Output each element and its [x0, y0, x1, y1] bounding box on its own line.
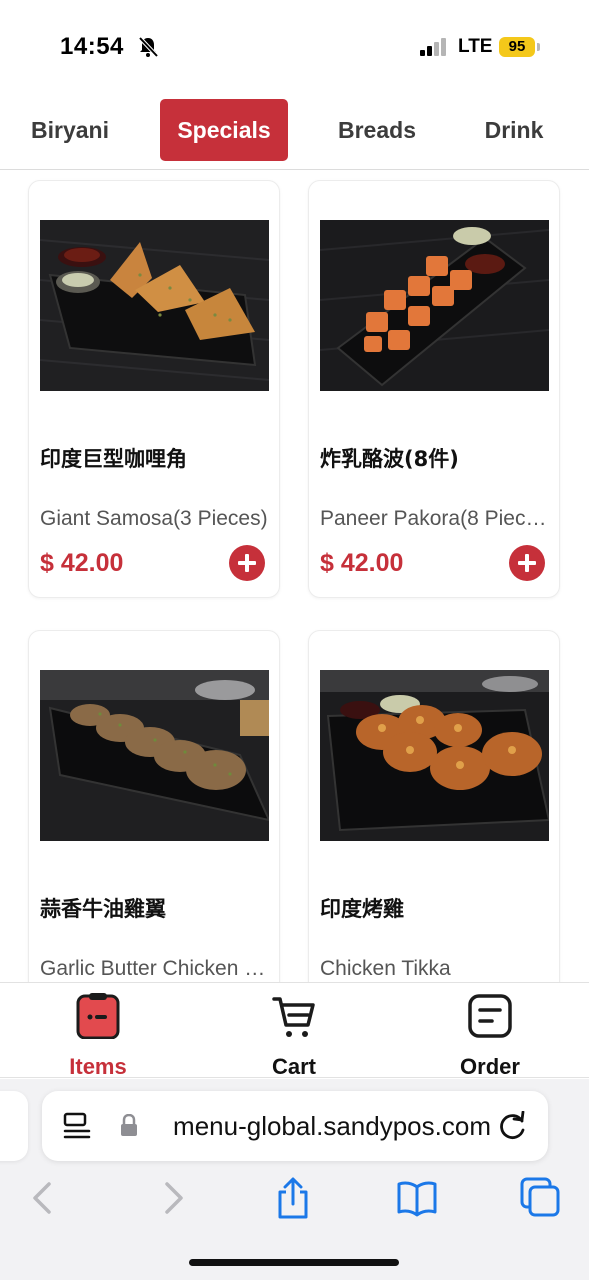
category-tabs: Biryani Specials Breads Drink — [0, 96, 589, 170]
item-name-en: Garlic Butter Chicken Wings — [40, 957, 272, 980]
nav-order[interactable]: Order — [430, 993, 550, 1079]
tab-drink[interactable]: Drink — [474, 99, 554, 161]
item-name-en: Paneer Pakora(8 Pieces) — [320, 507, 552, 530]
status-time: 14:54 — [60, 33, 124, 60]
item-photo-paneer-pakora — [320, 220, 549, 391]
tabs-icon[interactable] — [520, 1177, 562, 1219]
nav-items[interactable]: Items — [38, 993, 158, 1079]
bookmarks-icon[interactable] — [396, 1177, 438, 1219]
items-icon — [76, 993, 120, 1039]
item-name-en: Chicken Tikka — [320, 957, 451, 980]
order-icon — [468, 994, 512, 1038]
bottom-nav: Items Cart Order — [0, 982, 589, 1079]
cellular-signal-icon — [420, 38, 446, 56]
nav-items-label: Items — [69, 1054, 127, 1079]
add-to-cart-button[interactable] — [509, 545, 545, 581]
bell-muted-icon — [138, 36, 159, 58]
nav-order-label: Order — [460, 1054, 520, 1079]
item-name-zh: 炸乳酪波(8件) — [320, 447, 459, 471]
item-photo-samosa — [40, 220, 269, 391]
menu-item-card[interactable]: 印度巨型咖哩角 Giant Samosa(3 Pieces) $ 42.00 — [28, 180, 280, 598]
tab-breads[interactable]: Breads — [325, 99, 429, 161]
back-icon[interactable] — [22, 1177, 64, 1219]
item-name-zh: 印度烤雞 — [320, 897, 404, 921]
item-name-en: Giant Samosa(3 Pieces) — [40, 507, 268, 530]
item-photo-chicken-wings — [40, 670, 269, 841]
url-text: menu-global.sandypos.com — [173, 1111, 491, 1141]
cart-icon — [272, 997, 315, 1037]
forward-icon[interactable] — [152, 1177, 194, 1219]
home-indicator — [189, 1259, 399, 1266]
battery-tip — [537, 43, 540, 51]
item-name-zh: 蒜香牛油雞翼 — [40, 897, 166, 921]
nav-cart[interactable]: Cart — [234, 993, 354, 1079]
tab-biryani[interactable]: Biryani — [20, 99, 120, 161]
item-photo-chicken-tikka — [320, 670, 549, 841]
item-price: $ 42.00 — [320, 549, 404, 577]
item-price: $ 42.00 — [40, 549, 124, 577]
menu-item-card[interactable]: 炸乳酪波(8件) Paneer Pakora(8 Pieces) $ 42.00 — [308, 180, 560, 598]
add-to-cart-button[interactable] — [229, 545, 265, 581]
page-menu-icon[interactable] — [62, 1112, 92, 1140]
browser-toolbar: menu-global.sandypos.com — [0, 1079, 589, 1280]
nav-cart-label: Cart — [271, 1054, 316, 1079]
status-bar: 14:54 LTE 95 — [0, 0, 589, 90]
lock-icon — [121, 1114, 137, 1136]
share-icon[interactable] — [272, 1177, 314, 1219]
network-type: LTE — [458, 36, 493, 57]
address-bar[interactable]: menu-global.sandypos.com — [42, 1091, 548, 1161]
tab-specials[interactable]: Specials — [160, 99, 288, 161]
previous-tab-peek[interactable] — [0, 1091, 28, 1161]
battery-icon: 95 — [499, 37, 535, 57]
reload-icon[interactable] — [498, 1111, 528, 1141]
item-name-zh: 印度巨型咖哩角 — [40, 447, 187, 471]
